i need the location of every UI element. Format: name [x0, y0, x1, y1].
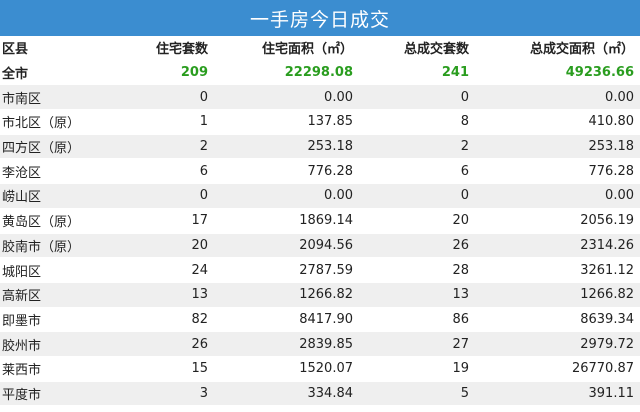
cell-total-area: 410.80	[473, 109, 640, 135]
panel-title: 一手房今日成交	[0, 0, 640, 36]
table-row: 高新区 13 1266.82 13 1266.82	[0, 282, 640, 308]
cell-total-units: 13	[357, 282, 473, 308]
cell-total-area: 2056.19	[473, 208, 640, 234]
cell-district: 李沧区	[0, 158, 120, 185]
cell-total-area: 2314.26	[473, 233, 640, 259]
cell-res-area: 253.18	[212, 134, 357, 160]
cell-res-area: 1266.82	[212, 282, 357, 308]
cell-res-area: 2094.56	[212, 233, 357, 259]
cell-total-area: 776.28	[473, 158, 640, 185]
cell-total-area: 0.00	[473, 84, 640, 111]
cell-res-units: 1	[120, 109, 212, 135]
cell-total-area: 391.11	[473, 381, 640, 407]
cell-district: 市南区	[0, 84, 120, 111]
table-row: 崂山区 0 0.00 0 0.00	[0, 183, 640, 209]
total-total-area: 49236.66	[473, 60, 640, 86]
cell-res-units: 24	[120, 257, 212, 283]
cell-total-units: 1	[357, 405, 473, 412]
cell-res-units: 0	[120, 405, 212, 412]
sales-table: 区县 住宅套数 住宅面积（㎡） 总成交套数 总成交面积（㎡） 全市 209 22…	[0, 36, 640, 412]
table-row: 城阳区 24 2787.59 28 3261.12	[0, 257, 640, 283]
table-row: 市北区（原） 1 137.85 8 410.80	[0, 109, 640, 135]
cell-total-area: 253.18	[473, 134, 640, 160]
cell-res-area: 137.85	[212, 109, 357, 135]
cell-total-area: 26770.87	[473, 356, 640, 382]
cell-district: 黄岛区（原）	[0, 208, 120, 234]
cell-total-units: 0	[357, 183, 473, 209]
cell-district: 高新区	[0, 282, 120, 308]
cell-res-units: 17	[120, 208, 212, 234]
header-res-area: 住宅面积（㎡）	[212, 36, 357, 61]
cell-res-units: 82	[120, 307, 212, 333]
cell-res-units: 0	[120, 84, 212, 111]
cell-district: 胶州市	[0, 331, 120, 357]
cell-total-units: 86	[357, 307, 473, 333]
cell-total-area: 1266.82	[473, 282, 640, 308]
cell-total-area: 2979.72	[473, 331, 640, 357]
cell-res-units: 0	[120, 183, 212, 209]
total-total-units: 241	[357, 60, 473, 86]
cell-district: 莱西市	[0, 356, 120, 382]
cell-total-units: 0	[357, 84, 473, 111]
cell-res-area: 2839.85	[212, 331, 357, 357]
cell-res-area: 2787.59	[212, 257, 357, 283]
cell-total-area: 116.97	[473, 405, 640, 412]
cell-total-units: 28	[357, 257, 473, 283]
cell-total-area: 8639.34	[473, 307, 640, 333]
table-row: 黄岛区（原） 17 1869.14 20 2056.19	[0, 208, 640, 234]
header-total-units: 总成交套数	[357, 36, 473, 61]
sales-panel: 一手房今日成交 区县 住宅套数 住宅面积（㎡） 总成交套数 总成交面积（㎡） 全…	[0, 0, 640, 412]
table-row: 市南区 0 0.00 0 0.00	[0, 84, 640, 111]
cell-res-units: 26	[120, 331, 212, 357]
cell-total-units: 8	[357, 109, 473, 135]
cell-res-units: 2	[120, 134, 212, 160]
cell-res-units: 20	[120, 233, 212, 259]
cell-total-units: 27	[357, 331, 473, 357]
cell-res-area: 334.84	[212, 381, 357, 407]
cell-res-area: 1520.07	[212, 356, 357, 382]
cell-res-units: 6	[120, 158, 212, 185]
cell-district: 平度市	[0, 381, 120, 407]
cell-district: 城阳区	[0, 257, 120, 283]
cell-res-units: 3	[120, 381, 212, 407]
cell-total-units: 5	[357, 381, 473, 407]
cell-total-units: 26	[357, 233, 473, 259]
header-total-area: 总成交面积（㎡）	[473, 36, 640, 61]
table-header-row: 区县 住宅套数 住宅面积（㎡） 总成交套数 总成交面积（㎡）	[0, 36, 640, 61]
cell-res-units: 13	[120, 282, 212, 308]
cell-district: 四方区（原）	[0, 134, 120, 160]
cell-res-area: 8417.90	[212, 307, 357, 333]
total-row: 全市 209 22298.08 241 49236.66	[0, 60, 640, 86]
header-res-units: 住宅套数	[120, 36, 212, 61]
table-row: 胶南市（原） 20 2094.56 26 2314.26	[0, 233, 640, 259]
table-row: 即墨市 82 8417.90 86 8639.34	[0, 307, 640, 333]
cell-res-area: 0.00	[212, 84, 357, 111]
cell-district: 即墨市	[0, 307, 120, 333]
cell-total-units: 20	[357, 208, 473, 234]
table-row: 胶州市 26 2839.85 27 2979.72	[0, 331, 640, 357]
cell-district: 前湾保税港区	[0, 405, 120, 412]
cell-total-area: 3261.12	[473, 257, 640, 283]
table-row: 前湾保税港区00.001116.97	[0, 405, 640, 412]
table-row: 平度市 3 334.84 5 391.11	[0, 381, 640, 407]
cell-total-area: 0.00	[473, 183, 640, 209]
cell-total-units: 19	[357, 356, 473, 382]
cell-res-units: 15	[120, 356, 212, 382]
table-row: 李沧区 6 776.28 6 776.28	[0, 158, 640, 185]
total-district: 全市	[0, 60, 120, 86]
cell-total-units: 2	[357, 134, 473, 160]
cell-res-area: 776.28	[212, 158, 357, 185]
cell-res-area: 0.00	[212, 405, 357, 412]
cell-district: 崂山区	[0, 183, 120, 209]
table-row: 莱西市 15 1520.07 19 26770.87	[0, 356, 640, 382]
total-res-area: 22298.08	[212, 60, 357, 86]
total-res-units: 209	[120, 60, 212, 86]
header-district: 区县	[0, 36, 120, 61]
cell-res-area: 1869.14	[212, 208, 357, 234]
table-row: 四方区（原） 2 253.18 2 253.18	[0, 134, 640, 160]
cell-district: 市北区（原）	[0, 109, 120, 135]
cell-total-units: 6	[357, 158, 473, 185]
cell-res-area: 0.00	[212, 183, 357, 209]
cell-district: 胶南市（原）	[0, 233, 120, 259]
